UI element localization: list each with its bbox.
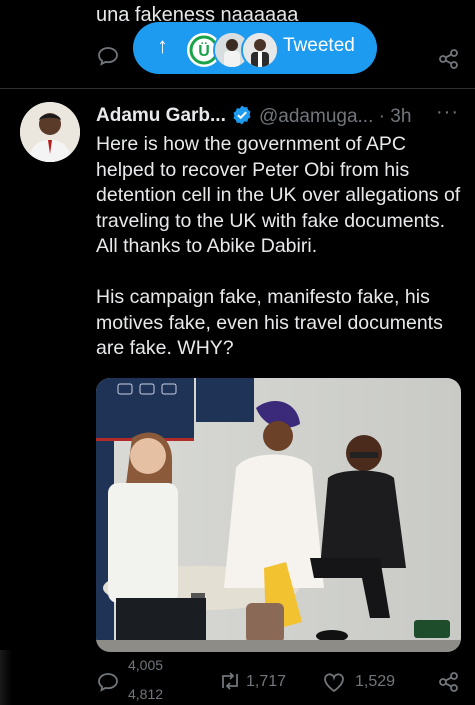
heart-icon (324, 673, 344, 693)
retweet-count: 1,717 (246, 673, 287, 690)
like-button[interactable] (322, 671, 346, 698)
more-options-icon[interactable]: ··· (436, 101, 459, 124)
verified-badge-icon (231, 104, 253, 126)
tweet-divider (0, 88, 475, 89)
previous-share-icon[interactable] (438, 48, 460, 75)
tweet-text: Here is how the government of APC helped… (96, 133, 461, 359)
tweet-photo[interactable] (96, 378, 461, 652)
tweeted-toast[interactable]: ↑ Ü Tweeted (133, 22, 377, 74)
screen-edge-shadow (0, 650, 12, 705)
reply-button[interactable] (96, 670, 120, 699)
share-icon (439, 672, 458, 692)
retweet-icon (222, 672, 238, 690)
tweet-time[interactable]: · 3h (379, 106, 412, 127)
reply-count-top: 4,005 (128, 660, 164, 672)
arrow-up-icon: ↑ (157, 33, 168, 58)
author-handle-and-time: @adamuga... · 3h (259, 106, 411, 128)
like-count: 1,529 (355, 673, 396, 690)
previous-reply-icon[interactable] (96, 44, 120, 73)
toast-avatar (241, 31, 279, 69)
share-button[interactable] (438, 671, 460, 698)
author-avatar[interactable] (20, 102, 80, 162)
reply-count-bottom: 4,812 (128, 686, 164, 702)
svg-text:Ü: Ü (198, 41, 210, 60)
author-handle[interactable]: @adamuga... (259, 106, 373, 127)
toast-label: Tweeted (283, 35, 355, 56)
author-name[interactable]: Adamu Garb... (96, 105, 226, 127)
reply-icon (98, 673, 118, 692)
retweet-button[interactable] (218, 670, 242, 697)
